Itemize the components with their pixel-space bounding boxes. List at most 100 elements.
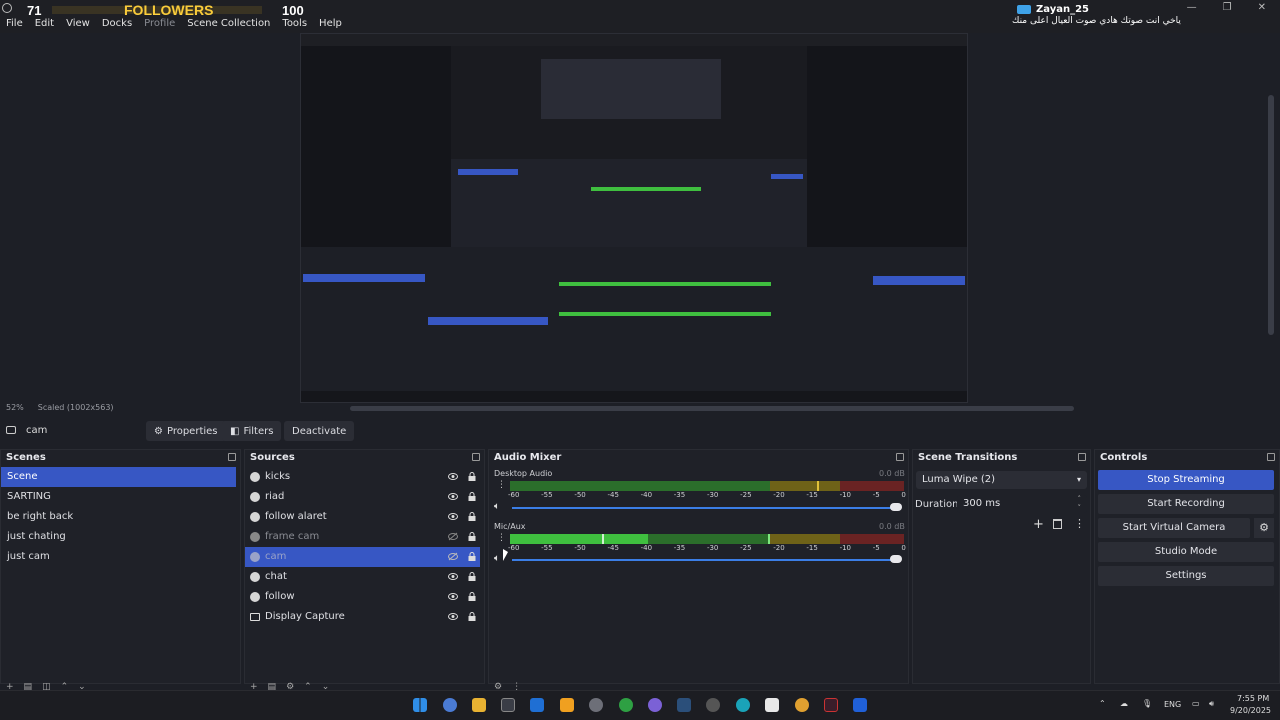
settings-icon[interactable] — [589, 698, 603, 712]
preview-vertical-scrollbar[interactable] — [1268, 95, 1274, 335]
speaker-icon[interactable]: 🔈︎ — [494, 553, 500, 564]
lock-icon[interactable] — [468, 532, 476, 541]
outlook-icon[interactable] — [530, 698, 544, 712]
maximize-button[interactable]: ❐ — [1223, 2, 1232, 13]
minimize-button[interactable]: — — [1187, 2, 1197, 13]
start-virtual-camera-button[interactable]: Start Virtual Camera — [1098, 518, 1250, 538]
menu-tools[interactable]: Tools — [276, 17, 313, 33]
source-item[interactable]: follow — [245, 587, 484, 607]
undock-icon[interactable] — [228, 453, 236, 461]
source-item[interactable]: Display Capture — [245, 607, 484, 627]
tick: -15 — [806, 491, 818, 499]
chevron-up-icon[interactable]: ⌃ — [1099, 699, 1106, 708]
taskbar — [0, 690, 1280, 720]
monitor-icon[interactable]: ▭ — [1192, 699, 1200, 708]
store-icon[interactable] — [501, 698, 515, 712]
menu-view[interactable]: View — [60, 17, 96, 33]
clock-time[interactable]: 7:55 PM — [1237, 694, 1269, 703]
transition-select[interactable]: Luma Wipe (2) ▾ — [916, 471, 1087, 489]
app-icon[interactable] — [560, 698, 574, 712]
menu-profile[interactable]: Profile — [138, 17, 181, 33]
lock-icon[interactable] — [468, 572, 476, 581]
spin-arrows-icon[interactable]: ˄ ˅ — [1078, 495, 1082, 513]
eye-icon[interactable] — [448, 492, 458, 501]
volume-slider[interactable] — [512, 507, 900, 509]
lock-icon[interactable] — [468, 492, 476, 501]
eye-slash-icon[interactable] — [448, 552, 458, 561]
settings-button[interactable]: Settings — [1098, 566, 1274, 586]
source-item[interactable]: frame cam — [245, 527, 484, 547]
file-icon[interactable] — [765, 698, 779, 712]
network-icon[interactable]: ☁ — [1120, 699, 1128, 708]
undock-icon[interactable] — [896, 453, 904, 461]
eye-icon[interactable] — [448, 592, 458, 601]
scene-item[interactable]: Scene — [1, 467, 236, 487]
lock-icon[interactable] — [468, 472, 476, 481]
undock-icon[interactable] — [1078, 453, 1086, 461]
gear-icon[interactable]: ⚙ — [1254, 518, 1274, 538]
menu-docks[interactable]: Docks — [96, 17, 138, 33]
scene-item[interactable]: be right back — [1, 507, 240, 527]
lock-icon[interactable] — [468, 552, 476, 561]
clock-date[interactable]: 9/20/2025 — [1230, 706, 1271, 715]
speaker-icon[interactable]: 🔈︎ — [494, 501, 500, 512]
chrome-icon[interactable] — [795, 698, 809, 712]
properties-button[interactable]: ⚙ Properties — [146, 421, 226, 441]
source-label: follow — [265, 591, 295, 602]
studio-mode-button[interactable]: Studio Mode — [1098, 542, 1274, 562]
scene-item[interactable]: just cam — [1, 547, 240, 567]
steam-icon[interactable] — [677, 698, 691, 712]
scene-item[interactable]: just chating — [1, 527, 240, 547]
obs-icon[interactable] — [824, 698, 838, 712]
edge-icon[interactable] — [736, 698, 750, 712]
stop-streaming-button[interactable]: Stop Streaming — [1098, 470, 1274, 490]
program-preview[interactable] — [300, 33, 968, 403]
channel-menu-icon[interactable]: ⋮ — [497, 534, 506, 543]
source-item[interactable]: follow alaret — [245, 507, 484, 527]
zoom-level[interactable]: 52% — [6, 403, 24, 412]
undock-icon[interactable] — [1267, 453, 1275, 461]
eye-icon[interactable] — [448, 472, 458, 481]
folder-icon[interactable] — [472, 698, 486, 712]
volume-slider-knob[interactable] — [890, 503, 902, 511]
copilot-icon[interactable] — [443, 698, 457, 712]
windows-start-icon[interactable] — [413, 698, 427, 712]
discord-icon[interactable] — [648, 698, 662, 712]
menu-scene-collection[interactable]: Scene Collection — [181, 17, 276, 33]
lock-icon[interactable] — [468, 592, 476, 601]
volume-slider[interactable] — [512, 559, 900, 561]
mic-icon[interactable]: 🎙︎ — [1142, 699, 1152, 708]
eye-icon[interactable] — [448, 512, 458, 521]
close-button[interactable]: ✕ — [1258, 2, 1266, 13]
language-indicator[interactable]: ENG — [1164, 700, 1181, 709]
eye-slash-icon[interactable] — [448, 532, 458, 541]
peak-indicator — [817, 481, 819, 491]
source-item[interactable]: kicks — [245, 467, 484, 487]
trash-icon[interactable] — [1053, 519, 1062, 529]
channel-menu-icon[interactable]: ⋮ — [497, 481, 506, 490]
volume-slider-knob[interactable] — [890, 555, 902, 563]
menu-edit[interactable]: Edit — [29, 17, 60, 33]
xbox-icon[interactable] — [619, 698, 633, 712]
lock-icon[interactable] — [468, 512, 476, 521]
preview-horizontal-scrollbar[interactable] — [350, 406, 1074, 411]
deactivate-button[interactable]: Deactivate — [284, 421, 355, 441]
scene-item[interactable]: SARTING — [1, 487, 240, 507]
start-recording-button[interactable]: Start Recording — [1098, 494, 1274, 514]
menu-help[interactable]: Help — [313, 17, 348, 33]
source-item[interactable]: cam — [245, 547, 480, 567]
lock-icon[interactable] — [468, 612, 476, 621]
duration-input[interactable]: 300 ms ˄ ˅ — [957, 495, 1087, 513]
eye-icon[interactable] — [448, 612, 458, 621]
source-item[interactable]: riad — [245, 487, 484, 507]
source-item[interactable]: chat — [245, 567, 484, 587]
add-transition-icon[interactable]: + — [1033, 517, 1044, 532]
filters-button[interactable]: ◧ Filters — [222, 421, 282, 441]
volume-icon[interactable]: 🔊︎ — [1209, 699, 1214, 709]
browser-icon[interactable] — [706, 698, 720, 712]
undock-icon[interactable] — [472, 453, 480, 461]
more-icon[interactable]: ⋮ — [1074, 517, 1085, 530]
app-icon[interactable] — [853, 698, 867, 712]
menu-file[interactable]: File — [0, 17, 29, 33]
eye-icon[interactable] — [448, 572, 458, 581]
